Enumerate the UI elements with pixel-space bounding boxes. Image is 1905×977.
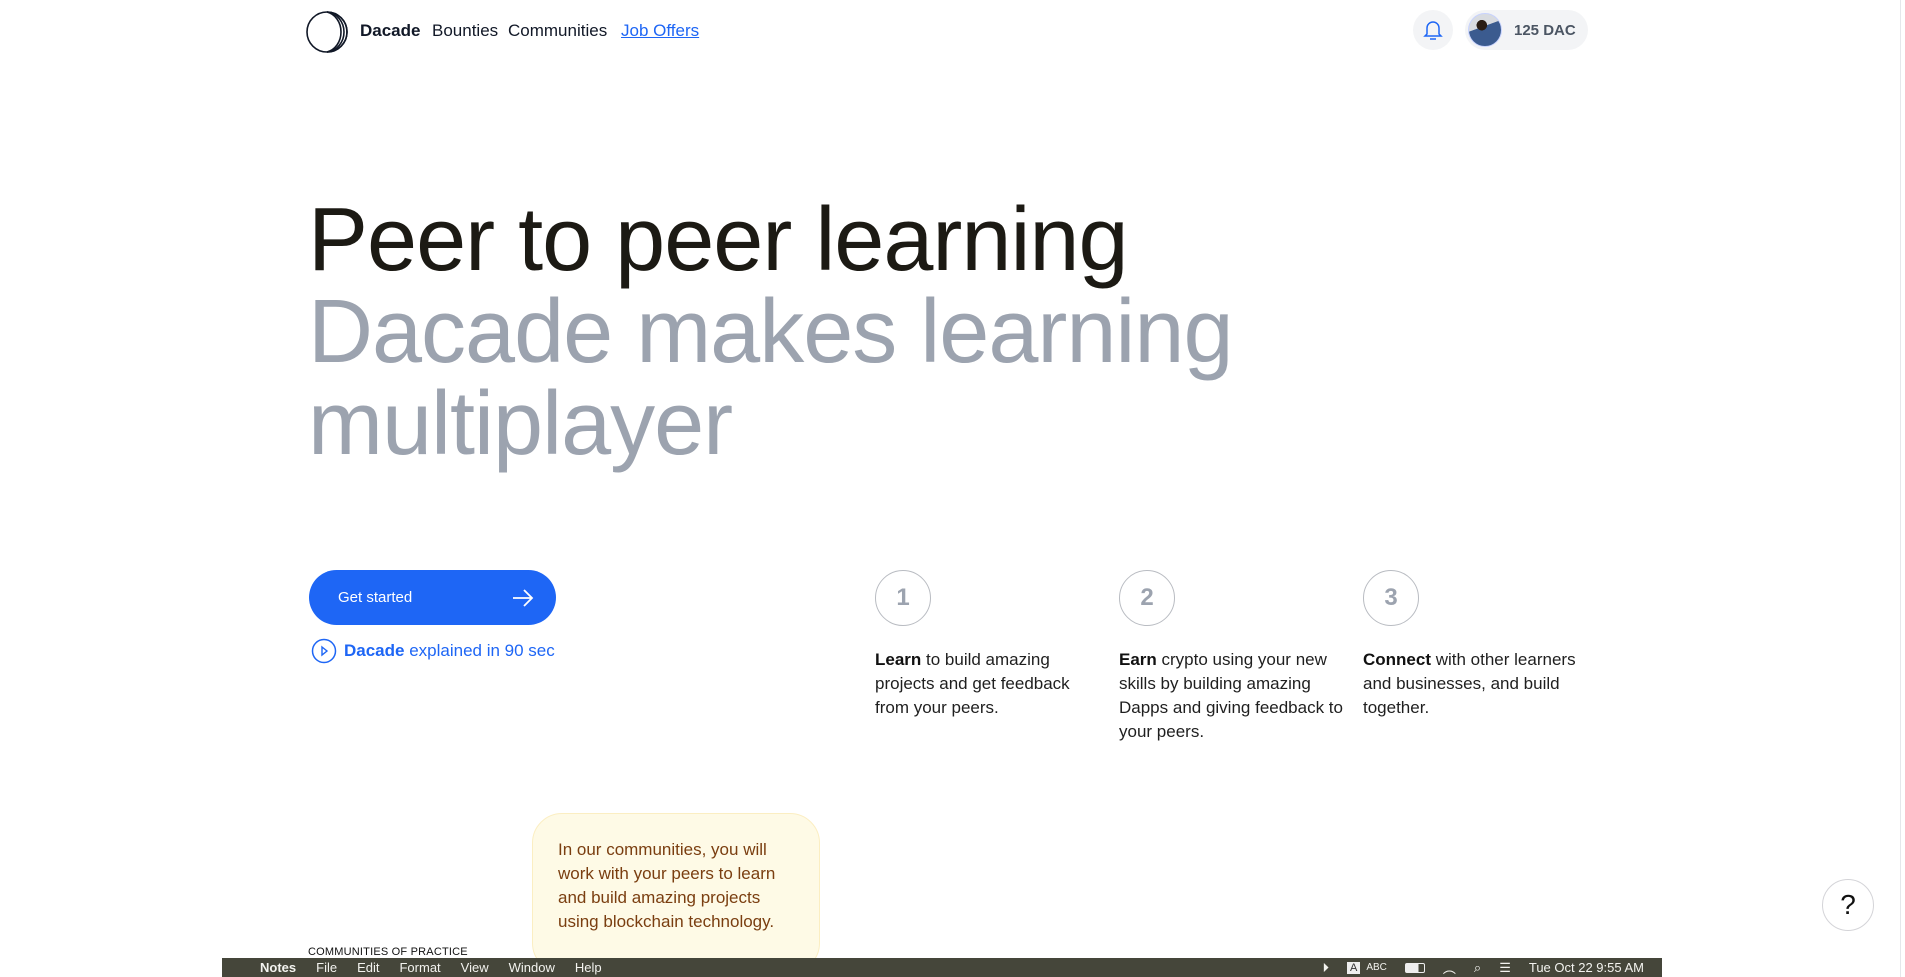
hero-title: Peer to peer learning — [308, 190, 1129, 290]
step-number: 3 — [1363, 570, 1419, 626]
step-title: Earn — [1119, 650, 1157, 669]
battery-icon[interactable] — [1404, 962, 1425, 973]
search-icon[interactable]: ⌕ — [1474, 960, 1481, 976]
video-text: explained in 90 sec — [409, 641, 555, 660]
hero-subtitle-1: Dacade makes learning — [308, 282, 1234, 382]
play-icon — [311, 638, 337, 664]
menu-view[interactable]: View — [461, 960, 489, 975]
avatar — [1468, 13, 1502, 47]
section-label: COMMUNITIES OF PRACTICE — [308, 946, 468, 958]
hero-subtitle-2: multiplayer — [308, 374, 733, 474]
menu-window[interactable]: Window — [509, 960, 555, 975]
nav-bounties[interactable]: Bounties — [432, 21, 498, 41]
step-title: Connect — [1363, 650, 1431, 669]
menu-format[interactable]: Format — [399, 960, 440, 975]
nav-job-offers[interactable]: Job Offers — [621, 21, 699, 41]
arrow-right-icon — [513, 588, 534, 607]
play-status-icon[interactable]: ⏵ — [1323, 960, 1330, 976]
brand-name[interactable]: Dacade — [360, 21, 420, 41]
balance: 125 DAC — [1514, 21, 1576, 39]
communities-tooltip: In our communities, you will work with y… — [532, 813, 820, 973]
step-connect: 3 Connect with other learners and busine… — [1363, 570, 1588, 720]
control-center-icon[interactable]: ☰ — [1499, 960, 1511, 976]
get-started-button[interactable]: Get started — [309, 570, 556, 625]
hero-heading: Peer to peer learning Dacade makes learn… — [308, 190, 1234, 474]
get-started-label: Get started — [338, 589, 413, 606]
macos-menubar: Notes File Edit Format View Window Help … — [222, 958, 1662, 977]
step-number: 2 — [1119, 570, 1175, 626]
input-source[interactable]: ABC — [1366, 962, 1387, 973]
input-source-badge[interactable]: A — [1347, 961, 1361, 974]
step-learn: 1 Learn to build amazing projects and ge… — [875, 570, 1100, 720]
menu-app-notes[interactable]: Notes — [260, 960, 296, 975]
video-brand: Dacade — [344, 641, 405, 660]
help-icon: ? — [1840, 889, 1856, 920]
notifications-button[interactable] — [1413, 10, 1453, 50]
help-button[interactable]: ? — [1822, 879, 1874, 931]
video-link[interactable]: Dacade explained in 90 sec — [311, 638, 555, 664]
menu-file[interactable]: File — [316, 960, 337, 975]
dacade-logo-icon[interactable] — [306, 9, 352, 55]
scrollbar[interactable] — [1900, 0, 1901, 977]
wifi-icon[interactable]: ︵ — [1443, 958, 1456, 977]
step-earn: 2 Earn crypto using your new skills by b… — [1119, 570, 1344, 744]
bell-icon — [1423, 21, 1443, 40]
menu-edit[interactable]: Edit — [357, 960, 379, 975]
step-title: Learn — [875, 650, 922, 669]
user-wallet-button[interactable]: 125 DAC — [1465, 10, 1588, 50]
clock[interactable]: Tue Oct 22 9:55 AM — [1529, 960, 1644, 975]
nav-communities[interactable]: Communities — [508, 21, 607, 41]
step-number: 1 — [875, 570, 931, 626]
menu-help[interactable]: Help — [575, 960, 602, 975]
